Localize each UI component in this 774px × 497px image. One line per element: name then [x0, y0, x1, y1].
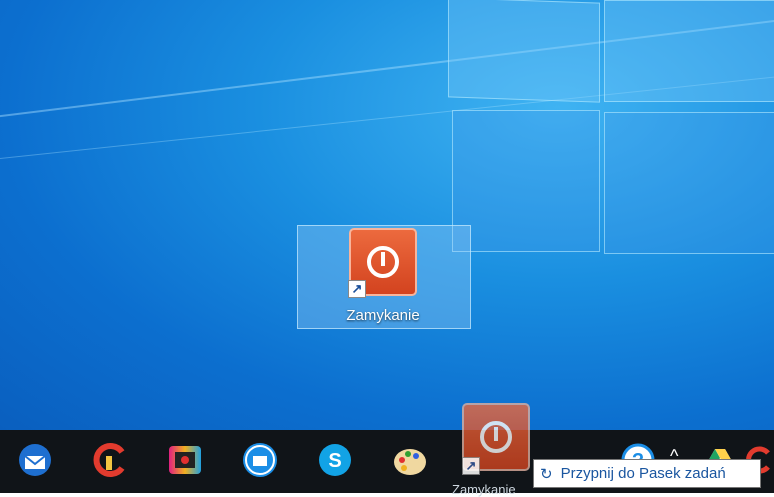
- video-editor-icon[interactable]: [240, 440, 280, 480]
- paint-icon[interactable]: [390, 440, 430, 480]
- window-logo-pane: [448, 0, 600, 103]
- thunderbird-icon[interactable]: [15, 440, 55, 480]
- window-logo-pane: [604, 0, 774, 102]
- shortcut-arrow-icon: ↗: [348, 280, 366, 298]
- skype-icon[interactable]: S: [315, 440, 355, 480]
- drag-preview-label: Zamykanie: [452, 482, 516, 497]
- pin-icon: ↻: [540, 465, 553, 483]
- desktop-shortcut-label[interactable]: Zamykanie: [297, 307, 469, 324]
- pin-to-taskbar-tooltip: ↻ Przypnij do Pasek zadań: [533, 459, 761, 488]
- window-logo-pane: [604, 112, 774, 254]
- ccleaner-icon[interactable]: [90, 440, 130, 480]
- shortcut-arrow-icon: ↗: [462, 457, 480, 475]
- tooltip-text: Przypnij do Pasek zadań: [560, 465, 726, 482]
- svg-text:S: S: [328, 450, 341, 472]
- screen-recorder-icon[interactable]: [165, 440, 205, 480]
- desktop-background: ↗ Zamykanie: [0, 0, 774, 430]
- window-logo-pane: [452, 110, 600, 252]
